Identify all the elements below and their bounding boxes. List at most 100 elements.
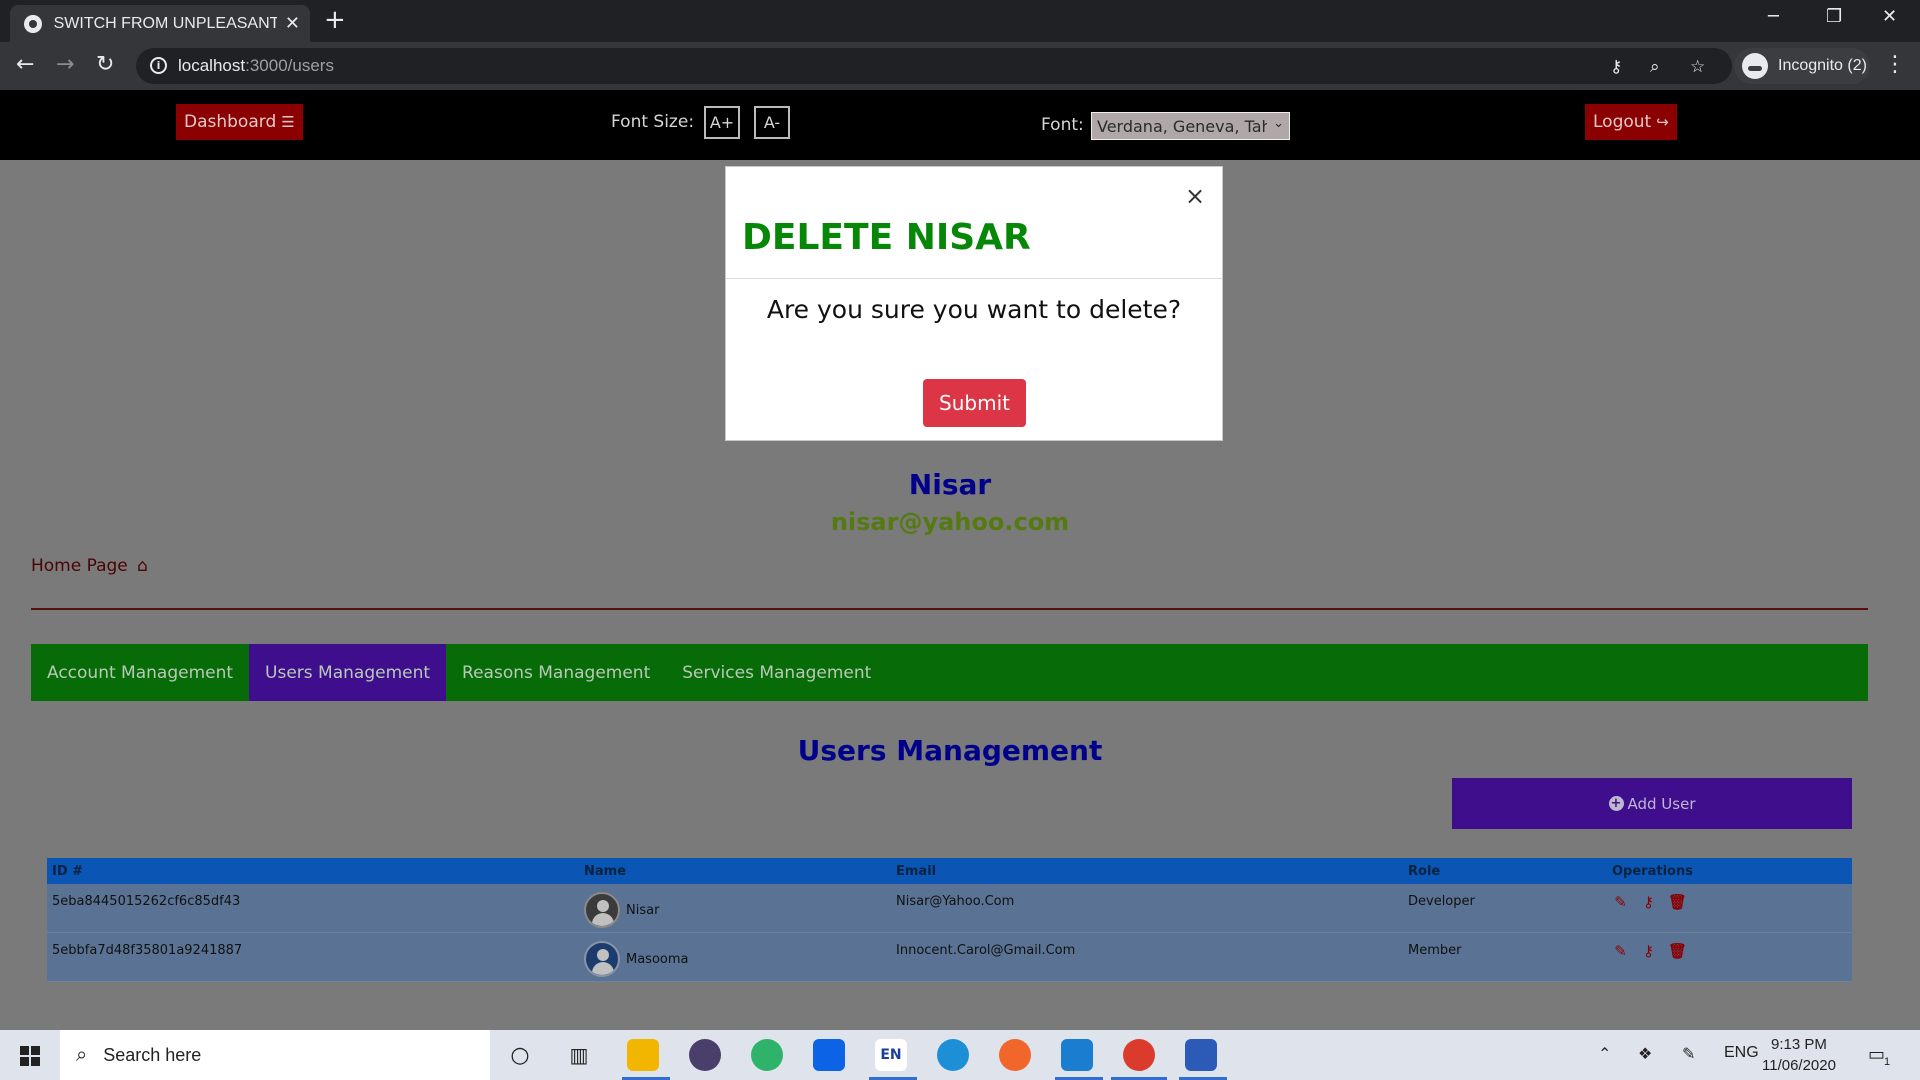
avatar (584, 941, 620, 977)
font-size-label: Font Size: (611, 112, 695, 132)
bookmark-star-icon[interactable]: ☆ (1690, 57, 1705, 77)
key-icon[interactable]: ⚷ (1640, 943, 1657, 960)
minimize-icon[interactable]: ─ (1768, 6, 1779, 27)
add-user-button[interactable]: + Add User (1452, 778, 1852, 829)
delete-modal: × DELETE NISAR Are you sure you want to … (725, 166, 1223, 441)
user-name: Nisar (626, 902, 660, 918)
row-operations: ✎ ⚷ 🗑 (1612, 943, 1687, 960)
url-path: :3000/users (245, 56, 334, 75)
column-header-role: Role (1408, 864, 1441, 879)
font-label: Font: (1041, 115, 1084, 135)
browser-tab[interactable]: SWITCH FROM UNPLEASANT SCE ✕ (10, 5, 310, 42)
file-explorer-icon[interactable] (627, 1039, 659, 1071)
sign-out-icon: ↪ (1656, 113, 1669, 131)
logout-button[interactable]: Logout ↪ (1585, 104, 1677, 140)
table-row: 5ebbfa7d48f35801a9241887 Masooma Innocen… (47, 933, 1852, 982)
restore-icon[interactable]: ❐ (1826, 6, 1842, 27)
language-indicator[interactable]: ENG (1724, 1044, 1759, 1062)
edit-icon[interactable]: ✎ (1612, 894, 1629, 911)
language-en-icon[interactable]: EN (875, 1039, 907, 1071)
browser-toolbar: ← → ↻ i localhost:3000/users ⚷ ⌕ ☆ Incog… (0, 42, 1920, 90)
browser-menu-icon[interactable]: ⋮ (1884, 52, 1906, 77)
user-id: 5eba8445015262cf6c85df43 (52, 894, 241, 909)
taskbar-search[interactable]: ⌕ Search here (60, 1030, 490, 1080)
tab-title: SWITCH FROM UNPLEASANT SCE (53, 14, 277, 32)
key-icon[interactable]: ⚷ (1640, 894, 1657, 911)
chrome-icon[interactable] (1123, 1039, 1155, 1071)
tab-reasons-management[interactable]: Reasons Management (446, 644, 666, 701)
user-email: Innocent.Carol@Gmail.Com (896, 943, 1076, 958)
chevron-up-icon[interactable]: ⌃ (1598, 1044, 1611, 1064)
zoom-icon[interactable]: ⌕ (1650, 57, 1660, 77)
user-name: Masooma (626, 951, 689, 967)
key-icon[interactable]: ⚷ (1610, 57, 1622, 77)
edit-icon[interactable]: ✎ (1612, 943, 1629, 960)
dropbox-icon[interactable] (813, 1039, 845, 1071)
vscode-icon[interactable] (1061, 1039, 1093, 1071)
search-icon: ⌕ (76, 1043, 88, 1066)
close-icon[interactable]: × (1185, 184, 1205, 208)
column-header-id: ID # (52, 864, 84, 879)
plus-circle-icon: + (1608, 796, 1624, 811)
font-select[interactable]: Verdana, Geneva, Tahoma ⌄ (1091, 112, 1290, 140)
notification-icon[interactable]: ▭ (1868, 1044, 1885, 1065)
submit-button[interactable]: Submit (923, 379, 1026, 427)
postman-icon[interactable] (999, 1039, 1031, 1071)
user-name-cell: Nisar (584, 892, 659, 928)
trash-icon[interactable]: 🗑 (1668, 894, 1687, 911)
modal-divider (726, 278, 1222, 279)
site-info-icon[interactable]: i (150, 57, 167, 74)
browser-tab-strip: SWITCH FROM UNPLEASANT SCE ✕ + ─ ❐ ✕ (0, 0, 1920, 42)
trash-icon[interactable]: 🗑 (1668, 943, 1687, 960)
atom-icon[interactable] (751, 1039, 783, 1071)
tab-users-management[interactable]: Users Management (249, 644, 447, 701)
pen-icon[interactable]: ✎ (1682, 1044, 1695, 1064)
tab-account-management[interactable]: Account Management (31, 644, 249, 701)
font-increase-button[interactable]: A+ (704, 106, 740, 139)
users-table: ID # Name Email Role Operations 5eba8445… (47, 858, 1852, 982)
font-decrease-button[interactable]: A- (754, 106, 790, 139)
clock[interactable]: 9:13 PM 11/06/2020 (1762, 1034, 1836, 1076)
globe-icon (24, 14, 42, 33)
reload-icon[interactable]: ↻ (96, 52, 114, 78)
new-tab-button[interactable]: + (324, 7, 346, 33)
column-header-operations: Operations (1612, 864, 1693, 879)
incognito-icon (1742, 53, 1768, 79)
incognito-indicator[interactable]: Incognito (2) (1734, 48, 1870, 84)
user-role: Developer (1408, 894, 1475, 909)
user-role: Member (1408, 943, 1462, 958)
dashboard-label: Dashboard (184, 112, 277, 132)
tab-services-management[interactable]: Services Management (666, 644, 887, 701)
home-page-link[interactable]: Home Page ⌂ (31, 556, 148, 576)
dashboard-button[interactable]: Dashboard ☰ (176, 104, 303, 140)
logout-label: Logout (1593, 112, 1652, 132)
modal-title: DELETE NISAR (742, 217, 1031, 258)
cortana-icon[interactable]: ○ (504, 1039, 536, 1071)
notification-count: 1 (1884, 1056, 1891, 1068)
tab-close-icon[interactable]: ✕ (285, 13, 300, 34)
column-header-email: Email (896, 864, 937, 879)
dropbox-tray-icon[interactable]: ❖ (1638, 1044, 1652, 1064)
edge-icon[interactable] (937, 1039, 969, 1071)
word-icon[interactable] (1185, 1039, 1217, 1071)
window-close-icon[interactable]: ✕ (1882, 6, 1897, 27)
address-bar[interactable]: i localhost:3000/users ⚷ ⌕ ☆ (136, 48, 1732, 84)
column-header-name: Name (584, 864, 627, 879)
incognito-label: Incognito (2) (1778, 57, 1867, 74)
url-text[interactable]: localhost:3000/users (178, 56, 334, 76)
font-select-value: Verdana, Geneva, Tahoma (1097, 116, 1267, 136)
table-row: 5eba8445015262cf6c85df43 Nisar Nisar@Yah… (47, 884, 1852, 933)
github-icon[interactable] (689, 1039, 721, 1071)
forward-arrow-icon[interactable]: → (56, 52, 74, 78)
back-arrow-icon[interactable]: ← (16, 52, 34, 78)
profile-name: Nisar (908, 468, 992, 501)
windows-start-icon[interactable] (20, 1046, 40, 1066)
clock-date: 11/06/2020 (1762, 1057, 1836, 1074)
clock-time: 9:13 PM (1771, 1036, 1827, 1053)
home-page-label: Home Page (31, 556, 128, 576)
row-operations: ✎ ⚷ 🗑 (1612, 894, 1687, 911)
task-view-icon[interactable]: ▥ (563, 1039, 595, 1071)
modal-message: Are you sure you want to delete? (766, 295, 1182, 324)
taskbar-search-placeholder: Search here (103, 1044, 202, 1065)
user-email: Nisar@Yahoo.Com (896, 894, 1015, 909)
